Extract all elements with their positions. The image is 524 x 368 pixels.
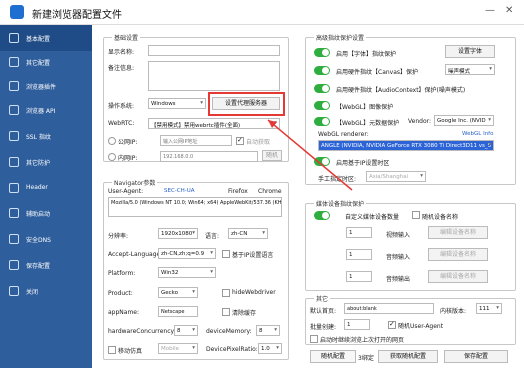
app-window: 新建浏览器配置文件 — ✕ 基本配置 其它配置 浏览器插件 浏览器 API SS… bbox=[0, 0, 524, 368]
annotation-arrow-icon bbox=[267, 119, 353, 191]
